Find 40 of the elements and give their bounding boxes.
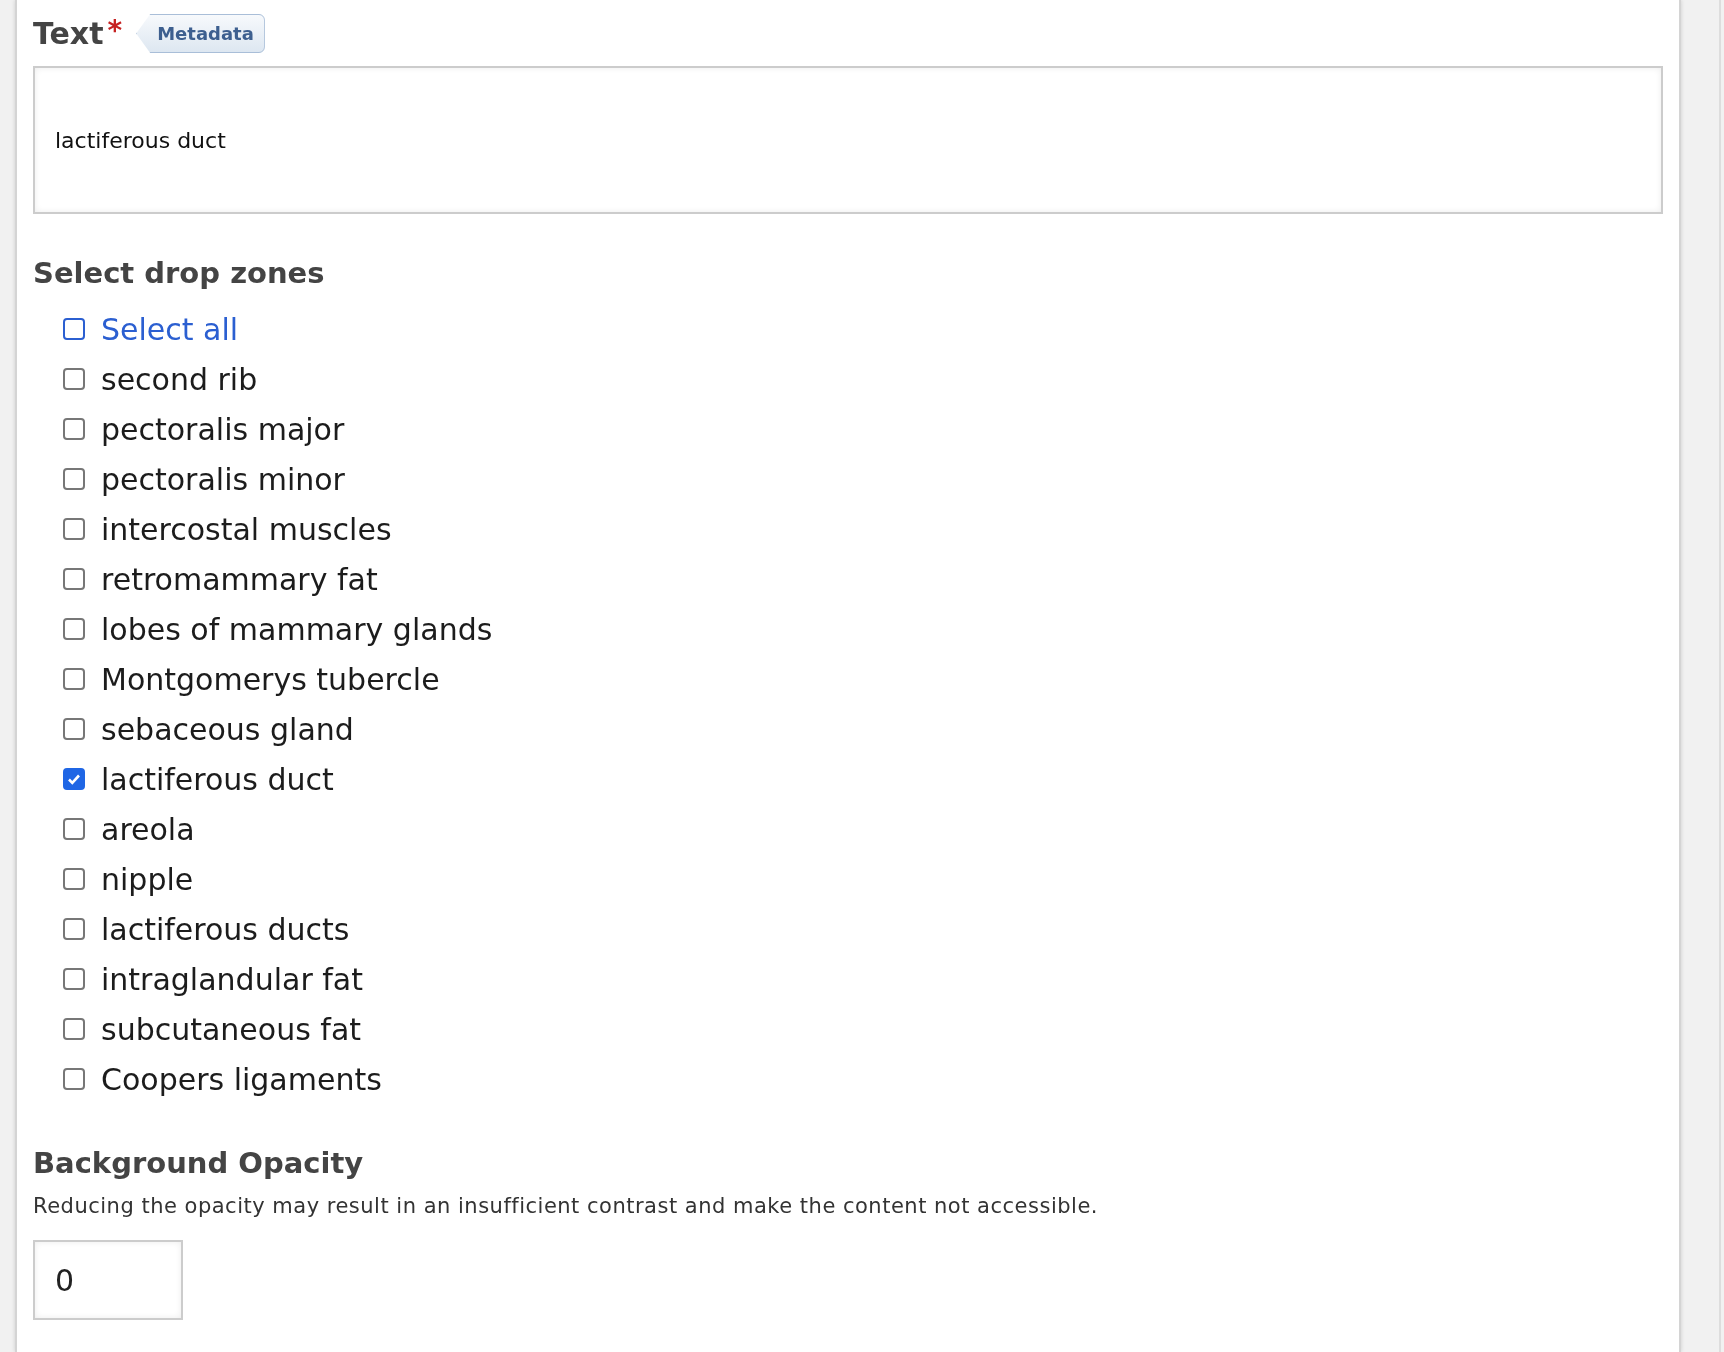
required-mark: * <box>107 14 123 47</box>
checkbox-label[interactable]: pectoralis major <box>101 411 345 447</box>
checkbox-label[interactable]: nipple <box>101 861 194 897</box>
field-label: Text <box>33 16 104 51</box>
section-heading: Background Opacity <box>33 1146 365 1180</box>
checkbox-label[interactable]: lactiferous duct <box>101 761 334 797</box>
checkbox-label[interactable]: second rib <box>101 361 258 397</box>
opacity-field[interactable]: 0 <box>33 1240 183 1320</box>
checkbox[interactable] <box>63 818 85 840</box>
checkbox[interactable] <box>63 718 85 740</box>
description-text: Reducing the opacity may result in an insufficient contrast and make the content not accessible. <box>33 1194 1099 1218</box>
checkbox[interactable] <box>63 568 85 590</box>
checkbox-label[interactable]: subcutaneous fat <box>101 1011 362 1047</box>
checkbox[interactable] <box>63 368 85 390</box>
checkbox-label[interactable]: retromammary fat <box>101 561 378 597</box>
checkbox[interactable] <box>63 418 85 440</box>
checkbox-label[interactable]: Montgomerys tubercle <box>101 661 440 697</box>
section-heading: Select drop zones <box>33 256 326 290</box>
checkbox[interactable] <box>63 968 85 990</box>
checkbox-label[interactable]: intercostal muscles <box>101 511 392 547</box>
checkbox-label[interactable]: Coopers ligaments <box>101 1061 382 1097</box>
checkbox[interactable] <box>63 1018 85 1040</box>
checkbox[interactable] <box>63 318 85 340</box>
checkbox-label[interactable]: lobes of mammary glands <box>101 611 493 647</box>
checkbox[interactable] <box>63 618 85 640</box>
text-field[interactable]: lactiferous duct <box>33 66 1663 214</box>
checkbox-label[interactable]: pectoralis minor <box>101 461 345 497</box>
checkbox[interactable] <box>63 1068 85 1090</box>
checkbox[interactable] <box>63 868 85 890</box>
checkbox[interactable] <box>63 668 85 690</box>
checkbox-label[interactable]: areola <box>101 811 195 847</box>
checkbox-label[interactable]: intraglandular fat <box>101 961 363 997</box>
checkbox[interactable] <box>63 918 85 940</box>
checkbox[interactable] <box>63 468 85 490</box>
checkbox[interactable] <box>63 768 85 790</box>
checkbox[interactable] <box>63 518 85 540</box>
metadata-tag[interactable]: Metadata <box>136 14 265 53</box>
checkbox-label[interactable]: sebaceous gland <box>101 711 354 747</box>
checkbox-label[interactable]: lactiferous ducts <box>101 911 350 947</box>
select-all-label[interactable]: Select all <box>101 311 239 347</box>
